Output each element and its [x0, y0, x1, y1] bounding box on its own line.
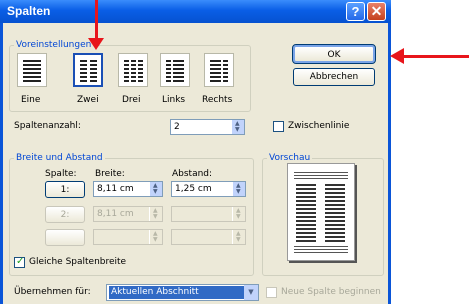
column-1-spacing-input[interactable]: 1,25 cm ▲ ▼	[171, 181, 246, 197]
preset-label-right: Rechts	[202, 95, 233, 105]
close-button[interactable]: ✕	[367, 2, 386, 21]
column-2-width-input[interactable]: 8,11 cm ▲ ▼	[93, 206, 163, 222]
preset-two-columns[interactable]	[73, 53, 103, 87]
apply-to-label: Übernehmen für:	[14, 287, 91, 297]
preset-one-column[interactable]	[17, 53, 47, 87]
apply-to-select[interactable]: Aktuellen Abschnitt ▼	[106, 284, 259, 301]
preset-label-three: Drei	[122, 95, 141, 105]
column-1-button[interactable]: 1:	[45, 181, 85, 198]
help-button[interactable]: ?	[346, 2, 365, 21]
preset-label-one: Eine	[21, 95, 41, 105]
width-spacing-group-label: Breite und Abstand	[14, 153, 105, 163]
column-1-width-value: 8,11 cm	[97, 184, 134, 194]
column-1-width-spinner[interactable]: ▲ ▼	[149, 182, 162, 196]
preset-label-two: Zwei	[77, 95, 99, 105]
column-2-width-value: 8,11 cm	[97, 209, 134, 219]
column-3-width-input[interactable]: ▲ ▼	[93, 229, 163, 245]
column-header: Spalte:	[45, 169, 77, 179]
ok-button[interactable]: OK	[292, 44, 376, 64]
column-2-spacing-spinner[interactable]: ▲ ▼	[232, 207, 245, 221]
apply-to-value: Aktuellen Abschnitt	[109, 286, 245, 299]
title-bar[interactable]: Spalten ? ✕	[0, 0, 391, 23]
column-3-spacing-spinner[interactable]: ▲ ▼	[232, 230, 245, 244]
equal-width-label: Gleiche Spaltenbreite	[29, 257, 127, 267]
column-3-width-spinner[interactable]: ▲ ▼	[149, 230, 162, 244]
column-1-spacing-spinner[interactable]: ▲ ▼	[232, 182, 245, 196]
column-2-button[interactable]: 2:	[45, 206, 85, 223]
column-3-button[interactable]	[45, 229, 85, 246]
column-count-label: Spaltenanzahl:	[14, 121, 81, 131]
width-header: Breite:	[95, 169, 125, 179]
cancel-button[interactable]: Abbrechen	[293, 68, 375, 86]
separator-label: Zwischenlinie	[288, 121, 350, 131]
equal-width-checkbox[interactable]: ✓	[14, 256, 25, 268]
column-count-input[interactable]: 2 ▲ ▼	[170, 119, 245, 135]
new-column-checkbox[interactable]	[266, 287, 277, 298]
column-2-width-spinner[interactable]: ▲ ▼	[149, 207, 162, 221]
preview-group-label: Vorschau	[267, 153, 313, 163]
column-count-value: 2	[174, 122, 180, 132]
preview-column-2	[325, 184, 345, 242]
preview-column-1	[296, 184, 316, 242]
checkmark-icon: ✓	[16, 256, 25, 267]
presets-group-label: Voreinstellungen	[14, 40, 94, 50]
column-1-spacing-value: 1,25 cm	[175, 184, 212, 194]
preset-three-columns[interactable]	[118, 53, 148, 87]
dropdown-arrow-icon[interactable]: ▼	[244, 285, 258, 300]
preset-label-left: Links	[162, 95, 186, 105]
spacing-header: Abstand:	[172, 169, 213, 179]
preset-right[interactable]	[204, 53, 234, 87]
column-count-spinner[interactable]: ▲ ▼	[231, 120, 244, 134]
column-1-width-input[interactable]: 8,11 cm ▲ ▼	[93, 181, 163, 197]
preview-page	[287, 163, 355, 261]
column-2-spacing-input[interactable]: ▲ ▼	[171, 206, 246, 222]
column-3-spacing-input[interactable]: ▲ ▼	[171, 229, 246, 245]
dialog-title: Spalten	[7, 4, 51, 18]
separator-checkbox[interactable]	[273, 121, 284, 132]
new-column-label: Neue Spalte beginnen	[281, 287, 381, 297]
preset-left[interactable]	[160, 53, 190, 87]
